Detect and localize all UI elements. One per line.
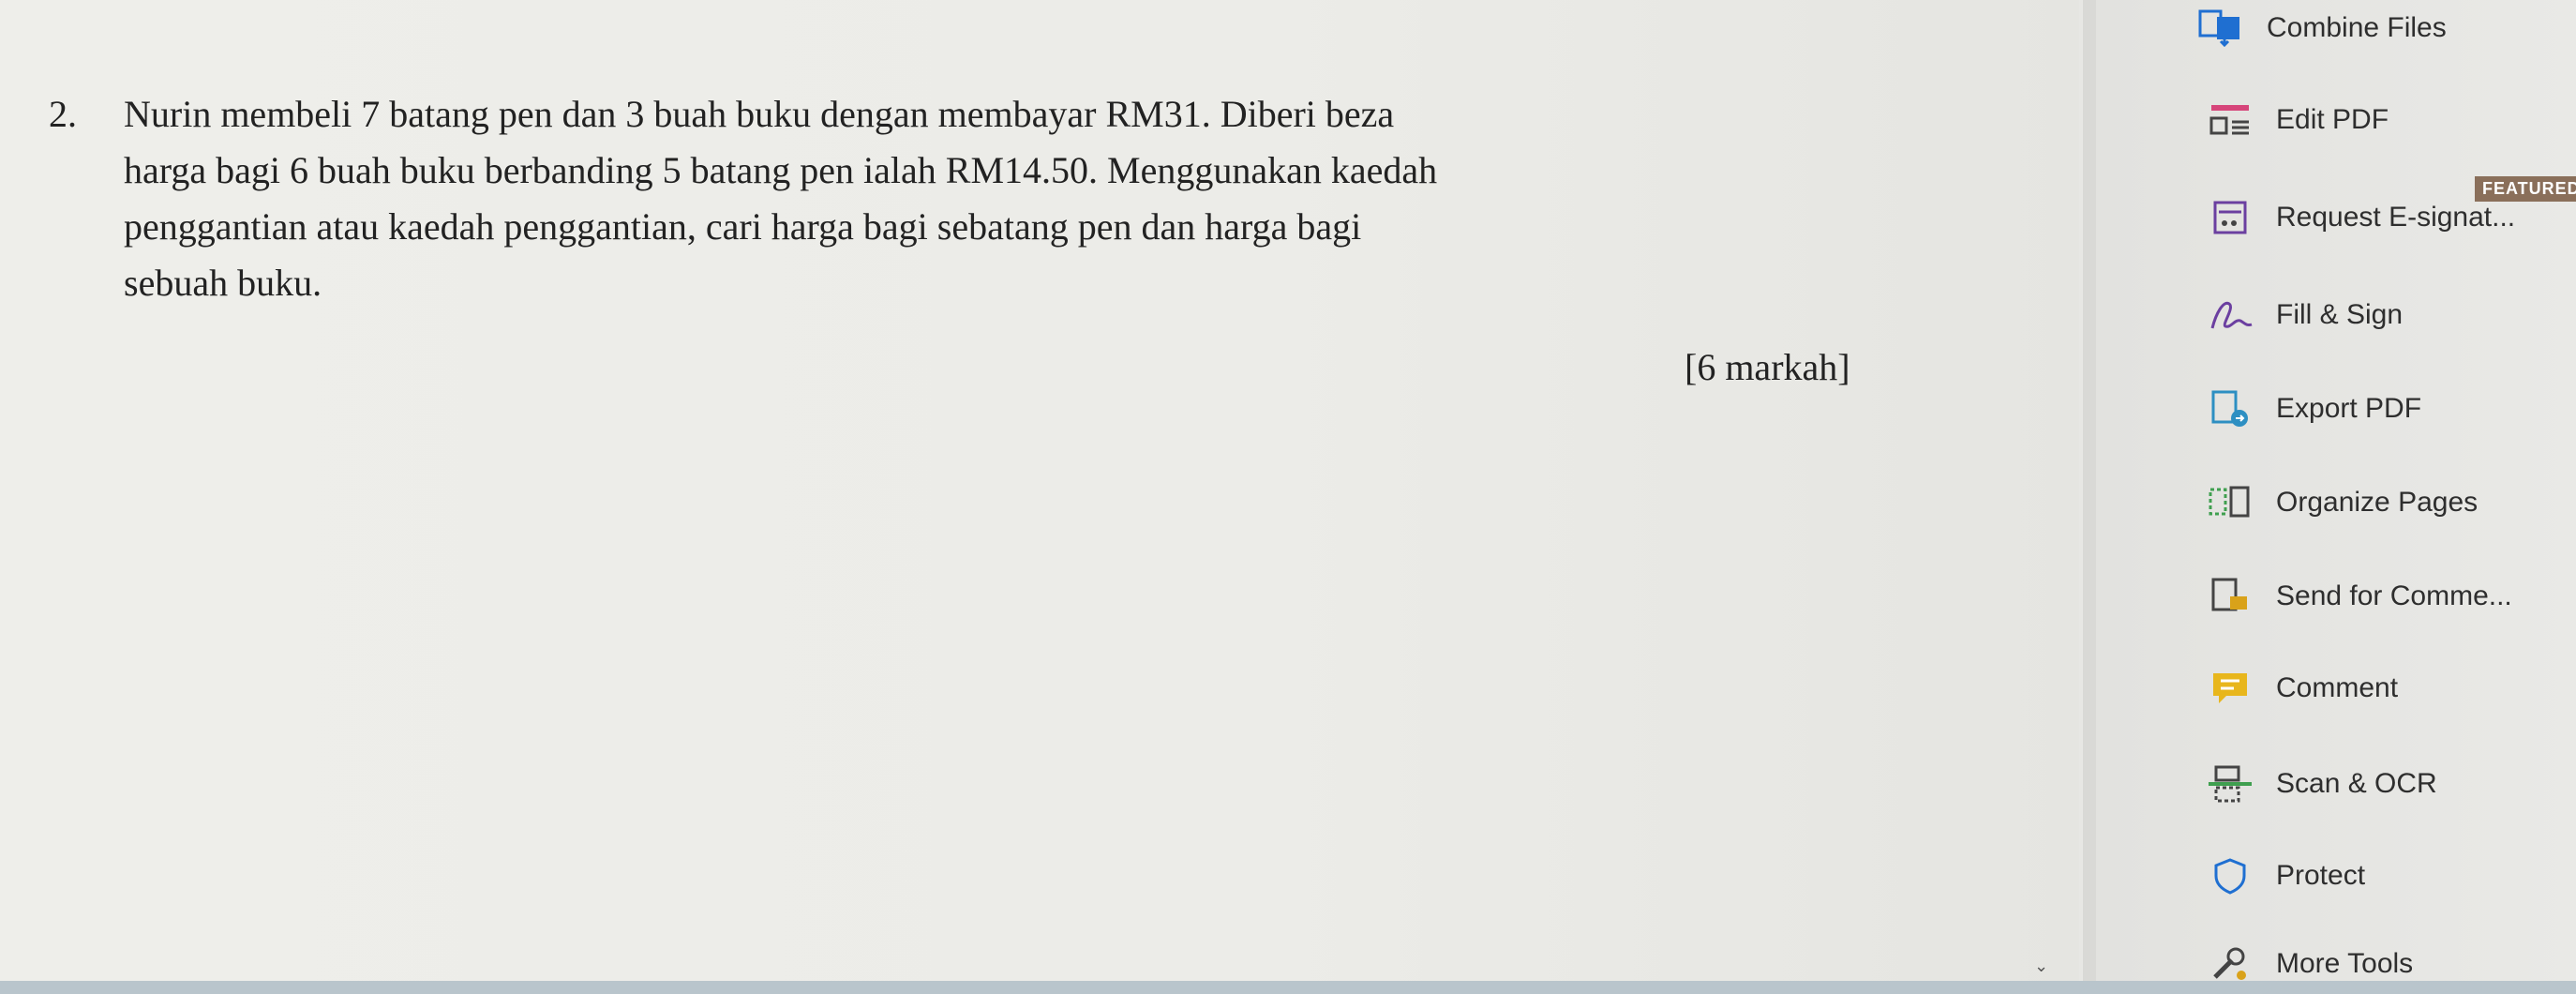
tool-label: Edit PDF (2276, 104, 2389, 135)
tool-label: More Tools (2276, 948, 2414, 979)
tool-label: Scan & OCR (2276, 768, 2437, 799)
tool-edit-pdf[interactable]: Edit PDF (2203, 92, 2389, 148)
protect-icon (2203, 855, 2257, 896)
tool-organize-pages[interactable]: Organize Pages (2203, 474, 2478, 531)
request-esign-icon (2203, 197, 2257, 238)
tool-comment[interactable]: Comment (2203, 660, 2398, 716)
tool-scan-ocr[interactable]: Scan & OCR (2203, 756, 2437, 812)
tool-label: Combine Files (2267, 12, 2447, 43)
tool-label: Request E-signat... (2276, 202, 2516, 233)
tool-label: Send for Comme... (2276, 580, 2512, 611)
question-line: sebuah buku. (124, 262, 322, 304)
tool-label: Protect (2276, 860, 2366, 891)
question-number: 2. (49, 93, 77, 135)
bottom-scrollbar[interactable] (0, 981, 2576, 994)
more-tools-icon (2203, 943, 2257, 985)
question-text: Nurin membeli 7 batang pen dan 3 buah bu… (124, 86, 1905, 311)
tool-label: Comment (2276, 672, 2399, 703)
marks-label: [6 markah] (1685, 346, 1850, 388)
tool-combine-files[interactable]: Combine Files (2194, 0, 2447, 56)
export-pdf-icon (2203, 388, 2257, 429)
document-page: 2. Nurin membeli 7 batang pen dan 3 buah… (0, 0, 2079, 981)
question-line: harga bagi 6 buah buku berbanding 5 bata… (124, 149, 1438, 191)
question-line: Nurin membeli 7 batang pen dan 3 buah bu… (124, 93, 1395, 135)
tool-request-esignatures[interactable]: Request E-signat... (2203, 189, 2515, 246)
send-for-comment-icon (2203, 576, 2257, 617)
tool-label: Fill & Sign (2276, 299, 2404, 330)
tool-label: Organize Pages (2276, 487, 2479, 518)
question-line: penggantian atau kaedah penggantian, car… (124, 205, 1362, 248)
organize-pages-icon (2203, 482, 2257, 523)
panel-divider[interactable] (2083, 0, 2096, 981)
combine-files-icon (2194, 8, 2248, 49)
comment-icon (2203, 668, 2257, 709)
tool-fill-sign[interactable]: Fill & Sign (2203, 287, 2403, 343)
fill-sign-icon (2203, 294, 2257, 336)
edit-pdf-icon (2203, 99, 2257, 141)
tool-label: Export PDF (2276, 393, 2422, 424)
tool-export-pdf[interactable]: Export PDF (2203, 381, 2421, 437)
scan-ocr-icon (2203, 763, 2257, 805)
tool-protect[interactable]: Protect (2203, 848, 2365, 904)
chevron-down-icon[interactable]: ⌄ (2034, 956, 2048, 976)
tool-send-for-comments[interactable]: Send for Comme... (2203, 568, 2512, 625)
